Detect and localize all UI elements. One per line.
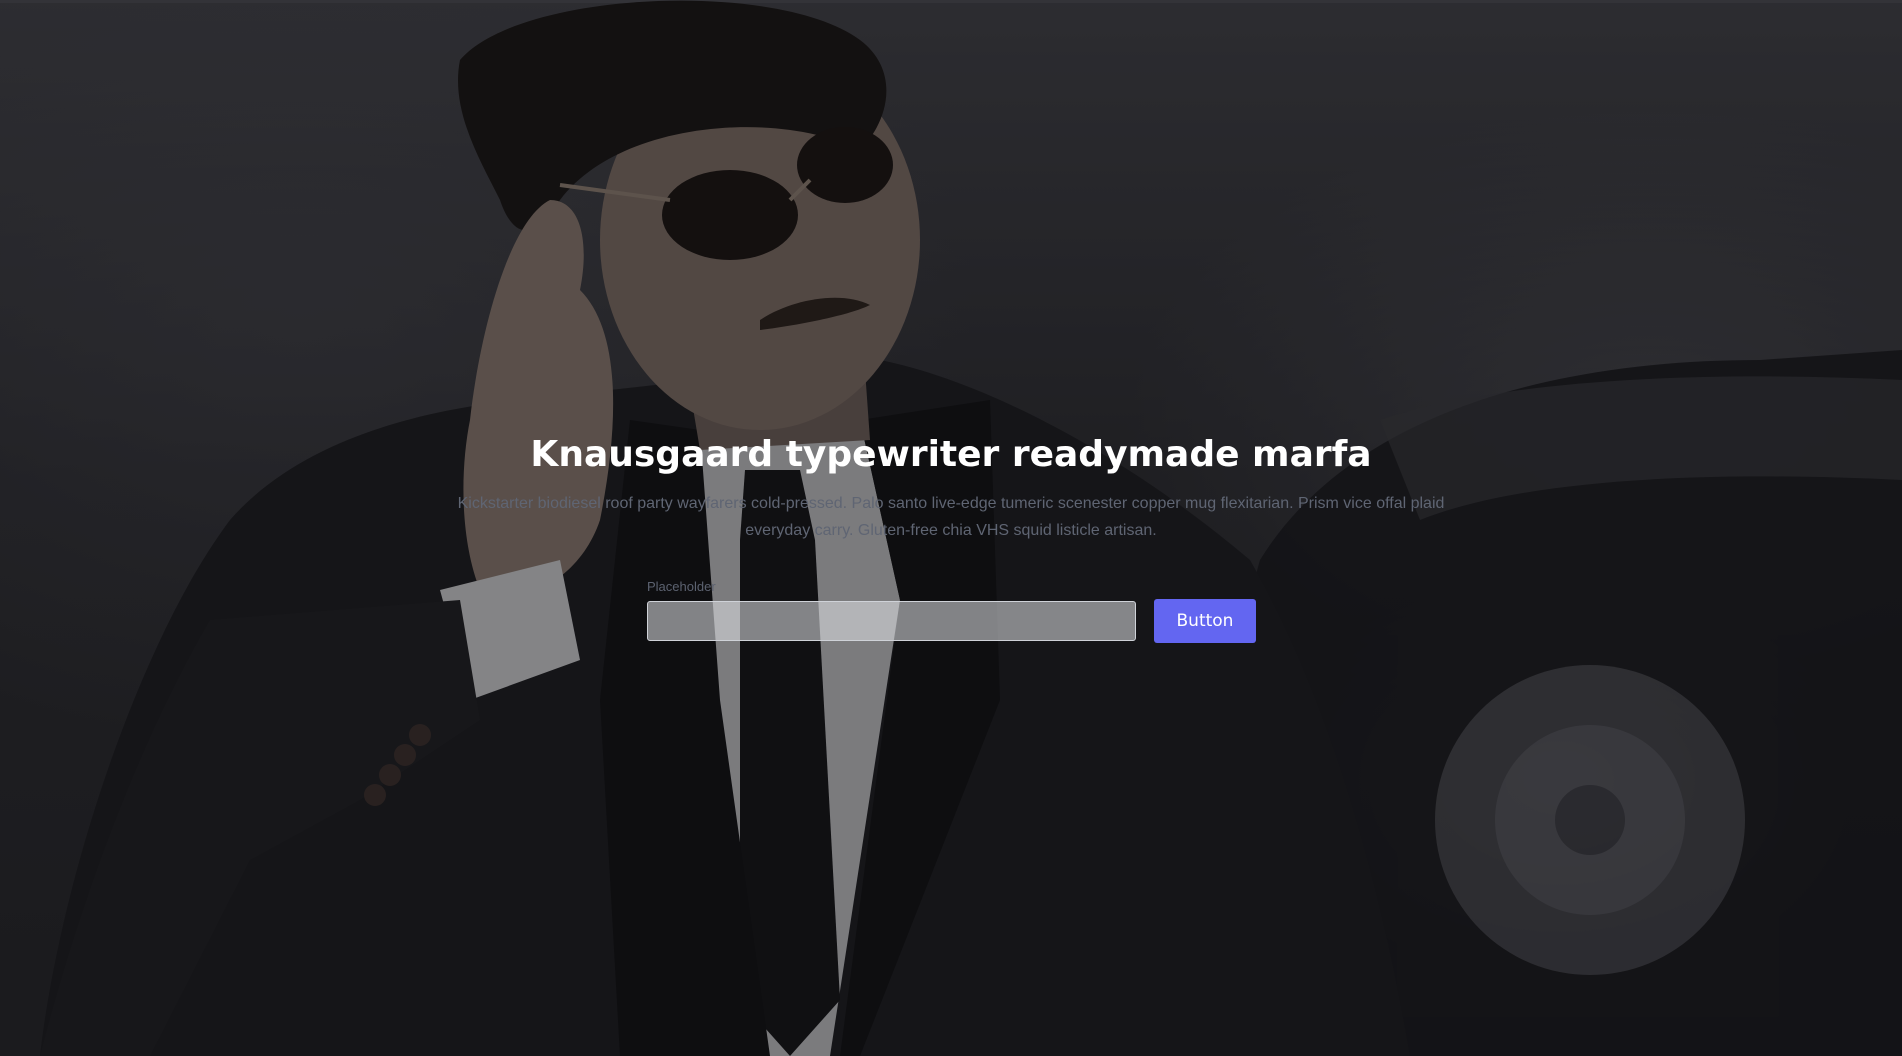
hero-section: Knausgaard typewriter readymade marfa Ki… [0, 0, 1902, 1056]
input-label: Placeholder [647, 579, 716, 594]
hero-input[interactable] [647, 601, 1136, 641]
submit-button[interactable]: Button [1154, 599, 1256, 643]
hero-description: Kickstarter biodiesel roof party wayfare… [457, 495, 1445, 539]
hero-content: Knausgaard typewriter readymade marfa Ki… [0, 0, 1902, 1056]
hero-title: Knausgaard typewriter readymade marfa [530, 434, 1372, 475]
